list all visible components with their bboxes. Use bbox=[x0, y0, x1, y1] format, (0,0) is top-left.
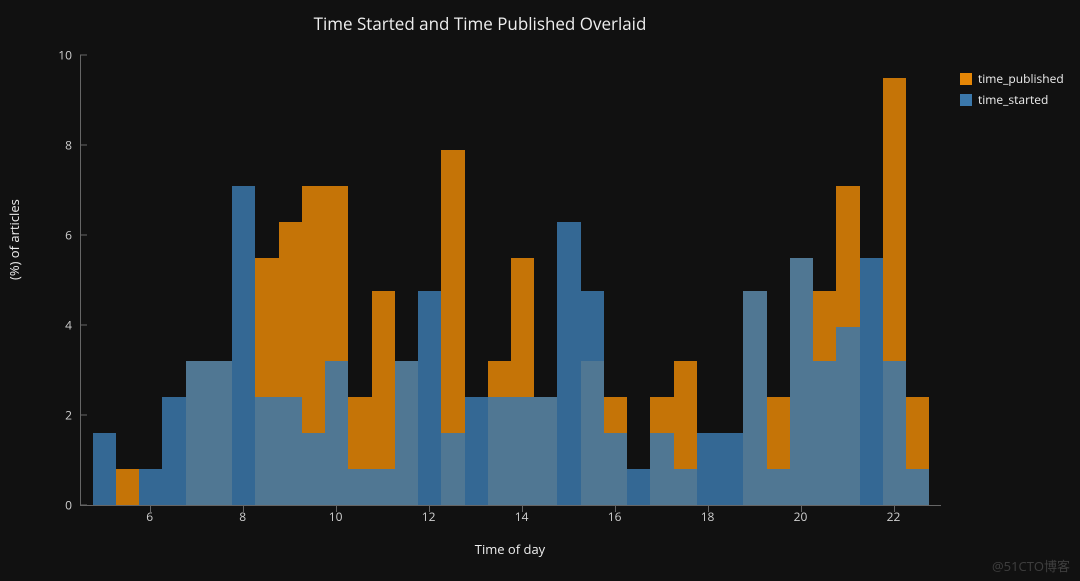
bar-time-started bbox=[836, 327, 859, 505]
bar-time-started bbox=[441, 433, 464, 505]
bar-time-started bbox=[697, 433, 720, 505]
x-tick-mark bbox=[336, 505, 337, 512]
legend-entry-time-started: time_started bbox=[960, 91, 1064, 108]
x-axis-label: Time of day bbox=[80, 540, 940, 558]
bar-time-started bbox=[720, 433, 743, 505]
legend-label-time-published: time_published bbox=[978, 70, 1064, 87]
bar-time-started bbox=[325, 361, 348, 505]
bar-time-started bbox=[767, 469, 790, 505]
bar-time-started bbox=[302, 433, 325, 505]
bar-time-published bbox=[116, 469, 139, 505]
bar-time-started bbox=[790, 258, 813, 506]
bar-time-started bbox=[906, 469, 929, 505]
x-tick-mark bbox=[801, 505, 802, 512]
x-tick-mark bbox=[708, 505, 709, 512]
bar-time-started bbox=[418, 291, 441, 505]
bar-time-started bbox=[674, 469, 697, 505]
bar-time-started bbox=[93, 433, 116, 505]
y-tick-label: 10 bbox=[0, 47, 78, 64]
bar-time-started bbox=[743, 291, 766, 505]
legend-swatch-time-published bbox=[960, 73, 972, 85]
y-tick-label: 4 bbox=[0, 317, 78, 334]
bar-time-started bbox=[279, 397, 302, 505]
bar-time-started bbox=[604, 433, 627, 505]
x-tick-mark bbox=[243, 505, 244, 512]
x-tick-mark bbox=[894, 505, 895, 512]
x-tick-mark bbox=[429, 505, 430, 512]
bar-time-started bbox=[813, 361, 836, 505]
bar-time-started bbox=[627, 469, 650, 505]
x-tick-mark bbox=[150, 505, 151, 512]
y-tick-label: 0 bbox=[0, 497, 78, 514]
legend-label-time-started: time_started bbox=[978, 91, 1048, 108]
bar-time-started bbox=[883, 361, 906, 505]
bar-time-started bbox=[534, 397, 557, 505]
legend-swatch-time-started bbox=[960, 94, 972, 106]
bar-time-started bbox=[162, 397, 185, 505]
x-tick-mark bbox=[615, 505, 616, 512]
bar-time-started bbox=[581, 291, 604, 505]
x-tick-mark bbox=[522, 505, 523, 512]
bar-time-started bbox=[232, 186, 255, 506]
bar-time-started bbox=[372, 469, 395, 505]
y-tick-label: 8 bbox=[0, 137, 78, 154]
y-tick-label: 2 bbox=[0, 407, 78, 424]
bar-time-started bbox=[139, 469, 162, 505]
bar-time-started bbox=[465, 397, 488, 505]
chart-container: Time Started and Time Published Overlaid… bbox=[0, 0, 1080, 581]
y-tick-label: 6 bbox=[0, 227, 78, 244]
bar-time-started bbox=[348, 469, 371, 505]
bar-time-started bbox=[488, 397, 511, 505]
bar-time-started bbox=[186, 361, 209, 505]
chart-title: Time Started and Time Published Overlaid bbox=[0, 12, 960, 35]
bars-group bbox=[81, 55, 941, 505]
bar-time-started bbox=[395, 361, 418, 505]
bar-time-started bbox=[557, 222, 580, 506]
bar-time-started bbox=[650, 433, 673, 505]
bar-time-started bbox=[209, 361, 232, 505]
watermark: @51CTO博客 bbox=[992, 556, 1070, 575]
legend-entry-time-published: time_published bbox=[960, 70, 1064, 87]
plot-area bbox=[80, 55, 941, 506]
legend: time_published time_started bbox=[960, 70, 1064, 112]
bar-time-started bbox=[860, 258, 883, 506]
bar-time-started bbox=[255, 397, 278, 505]
bar-time-started bbox=[511, 397, 534, 505]
